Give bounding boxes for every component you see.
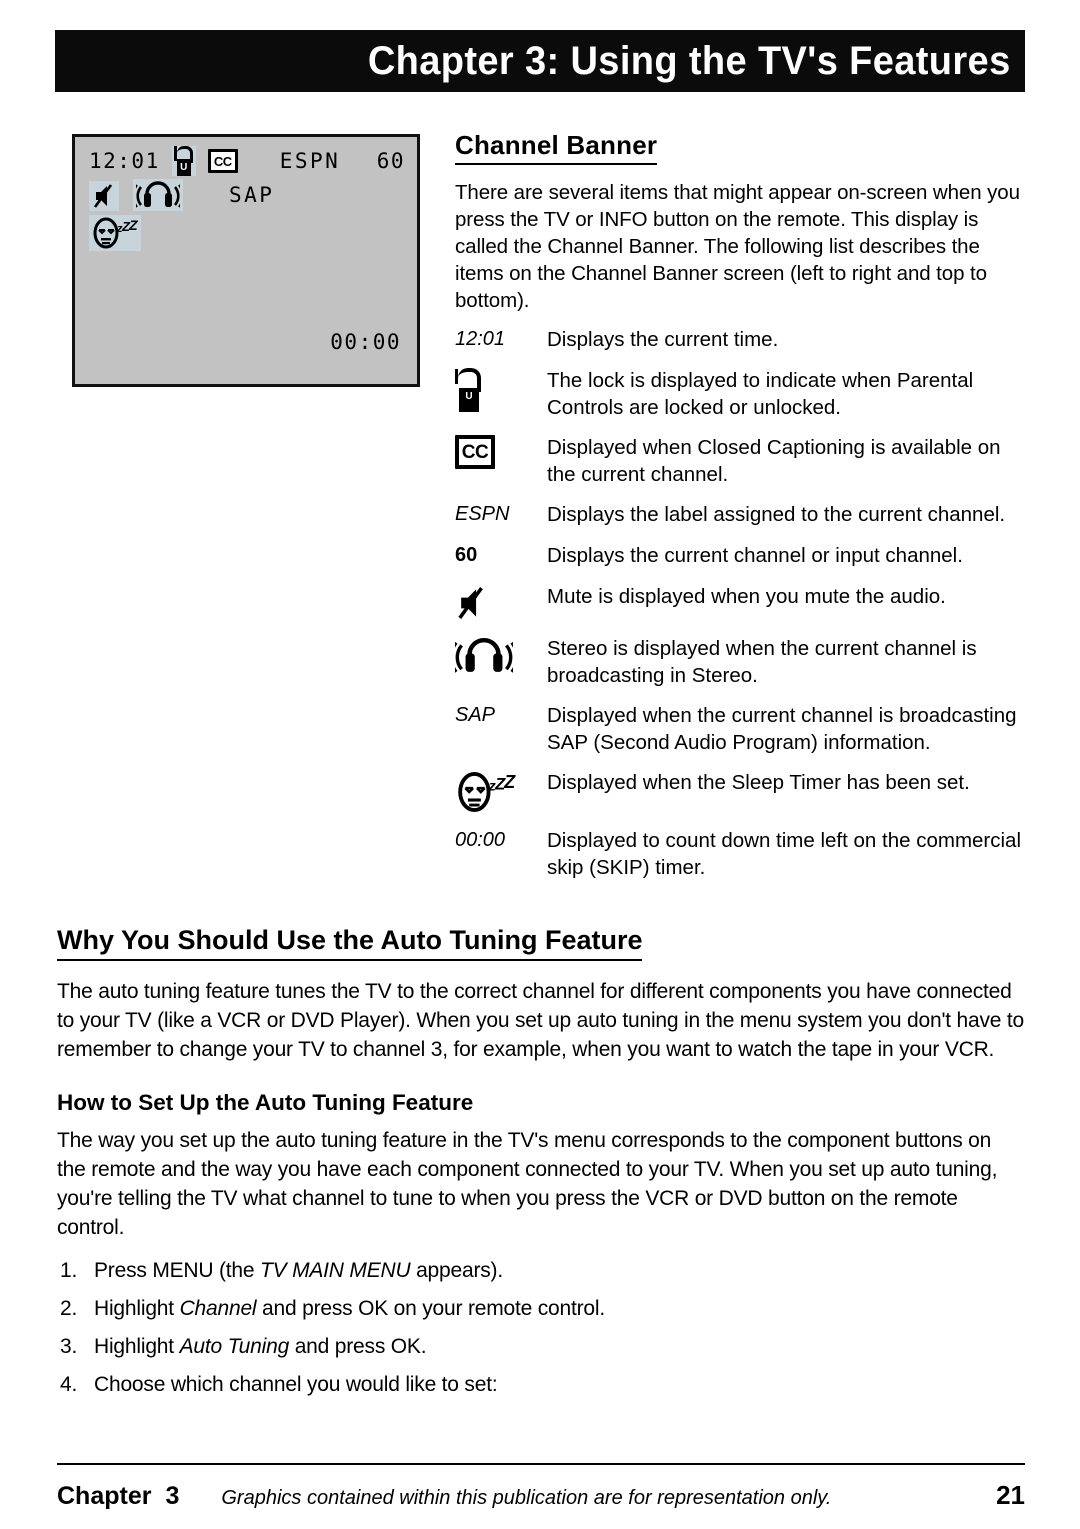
list-item: 3. Highlight Auto Tuning and press OK.	[57, 1332, 1025, 1361]
padlock-unlocked-icon	[455, 367, 547, 412]
channel-banner-heading: Channel Banner	[455, 130, 658, 165]
auto-tuning-heading: Why You Should Use the Auto Tuning Featu…	[57, 925, 643, 961]
banner-second-row: SAP	[89, 179, 407, 213]
chapter-header-bar: Chapter 3: Using the TV's Features	[55, 30, 1025, 92]
banner-time: 12:01	[89, 149, 160, 173]
list-item: Stereo is displayed when the current cha…	[455, 635, 1025, 689]
list-item: ESPN Displays the label assigned to the …	[455, 501, 1025, 529]
banner-item-list: 12:01 Displays the current time. The loc…	[455, 326, 1025, 881]
list-item: 60 Displays the current channel or input…	[455, 542, 1025, 570]
desc-sleep: Displayed when the Sleep Timer has been …	[547, 771, 970, 794]
mute-icon	[89, 181, 119, 211]
list-item: Mute is displayed when you mute the audi…	[455, 583, 1025, 622]
step-emphasis: Channel	[179, 1297, 257, 1320]
auto-tuning-subheading: How to Set Up the Auto Tuning Feature	[57, 1090, 474, 1115]
channel-banner-illustration: 12:01 CC ESPN 60	[72, 134, 420, 387]
step-text-pre: Highlight	[94, 1335, 180, 1358]
term-espn: ESPN	[455, 503, 510, 525]
step-text-pre: Press MENU (the	[94, 1259, 260, 1282]
auto-tuning-section: Why You Should Use the Auto Tuning Featu…	[57, 925, 1025, 1408]
list-item: SAP Displayed when the current channel i…	[455, 702, 1025, 756]
closed-caption-icon: CC	[455, 434, 547, 469]
step-number: 2.	[60, 1297, 78, 1320]
banner-third-row: z Z Z	[89, 215, 141, 255]
banner-sap-label: SAP	[229, 183, 275, 207]
list-item: The lock is displayed to indicate when P…	[455, 367, 1025, 421]
stereo-headphones-icon	[455, 635, 547, 676]
channel-banner-intro: There are several items that might appea…	[455, 181, 1020, 312]
desc-time: Displays the current time.	[547, 328, 779, 351]
term-skip-timer: 00:00	[455, 829, 506, 851]
footer-chapter-number: 3	[165, 1482, 180, 1510]
step-text-post: and press OK.	[289, 1335, 427, 1358]
list-item: 00:00 Displayed to count down time left …	[455, 827, 1025, 881]
term-sap: SAP	[455, 704, 496, 726]
desc-stereo: Stereo is displayed when the current cha…	[547, 637, 977, 687]
step-number: 1.	[60, 1259, 78, 1282]
auto-tuning-steps: 1. Press MENU (the TV MAIN MENU appears).…	[57, 1256, 1025, 1399]
footer-chapter: Chapter 3	[57, 1482, 179, 1511]
list-item: z Z Z Displayed when the Sleep Timer has…	[455, 769, 1025, 814]
step-text-pre: Choose which channel you would like to s…	[94, 1373, 498, 1396]
desc-lock: The lock is displayed to indicate when P…	[547, 369, 974, 419]
channel-banner-section: Channel Banner There are several items t…	[455, 130, 1025, 894]
step-emphasis: Auto Tuning	[179, 1335, 290, 1358]
footer-note: Graphics contained within this publicati…	[221, 1487, 832, 1509]
desc-skip-timer: Displayed to count down time left on the…	[547, 829, 1022, 879]
term-channel-number: 60	[455, 544, 478, 566]
list-item: CC Displayed when Closed Captioning is a…	[455, 434, 1025, 488]
banner-channel-label: ESPN	[279, 149, 341, 173]
step-text-pre: Highlight	[94, 1297, 180, 1320]
mute-icon	[455, 583, 547, 622]
sleep-timer-icon: z Z Z	[89, 215, 141, 251]
step-emphasis: TV MAIN MENU	[260, 1259, 411, 1282]
list-item: 1. Press MENU (the TV MAIN MENU appears).	[57, 1256, 1025, 1285]
desc-espn: Displays the label assigned to the curre…	[547, 503, 1006, 526]
term-time: 12:01	[455, 328, 506, 350]
page-footer: Chapter 3 Graphics contained within this …	[57, 1480, 1025, 1511]
auto-tuning-paragraph: The auto tuning feature tunes the TV to …	[57, 980, 1025, 1061]
step-text-post: and press OK on your remote control.	[256, 1297, 605, 1320]
step-number: 4.	[60, 1373, 78, 1396]
auto-tuning-sub-paragraph: The way you set up the auto tuning featu…	[57, 1129, 998, 1239]
svg-text:Z: Z	[503, 772, 516, 792]
banner-channel-number: 60	[376, 149, 405, 173]
page-title: Chapter 3: Using the TV's Features	[368, 38, 1011, 83]
desc-mute: Mute is displayed when you mute the audi…	[547, 585, 946, 608]
padlock-unlocked-icon	[171, 146, 196, 176]
sleep-timer-icon: z Z Z	[455, 769, 547, 814]
list-item: 12:01 Displays the current time.	[455, 326, 1025, 354]
list-item: 2. Highlight Channel and press OK on your…	[57, 1294, 1025, 1323]
footer-chapter-label: Chapter	[57, 1482, 152, 1510]
desc-cc: Displayed when Closed Captioning is avai…	[547, 436, 1001, 486]
desc-channel-number: Displays the current channel or input ch…	[547, 544, 963, 567]
step-text-post: appears).	[410, 1259, 503, 1282]
banner-top-row: 12:01 CC ESPN 60	[89, 146, 407, 176]
step-number: 3.	[60, 1335, 78, 1358]
footer-page-number: 21	[996, 1480, 1025, 1510]
stereo-headphones-icon	[133, 179, 184, 211]
footer-divider	[57, 1463, 1025, 1465]
svg-text:Z: Z	[128, 217, 138, 233]
list-item: 4. Choose which channel you would like to…	[57, 1370, 1025, 1399]
closed-caption-icon: CC	[207, 149, 238, 173]
banner-skip-timer: 00:00	[330, 330, 401, 354]
desc-sap: Displayed when the current channel is br…	[547, 704, 1017, 754]
